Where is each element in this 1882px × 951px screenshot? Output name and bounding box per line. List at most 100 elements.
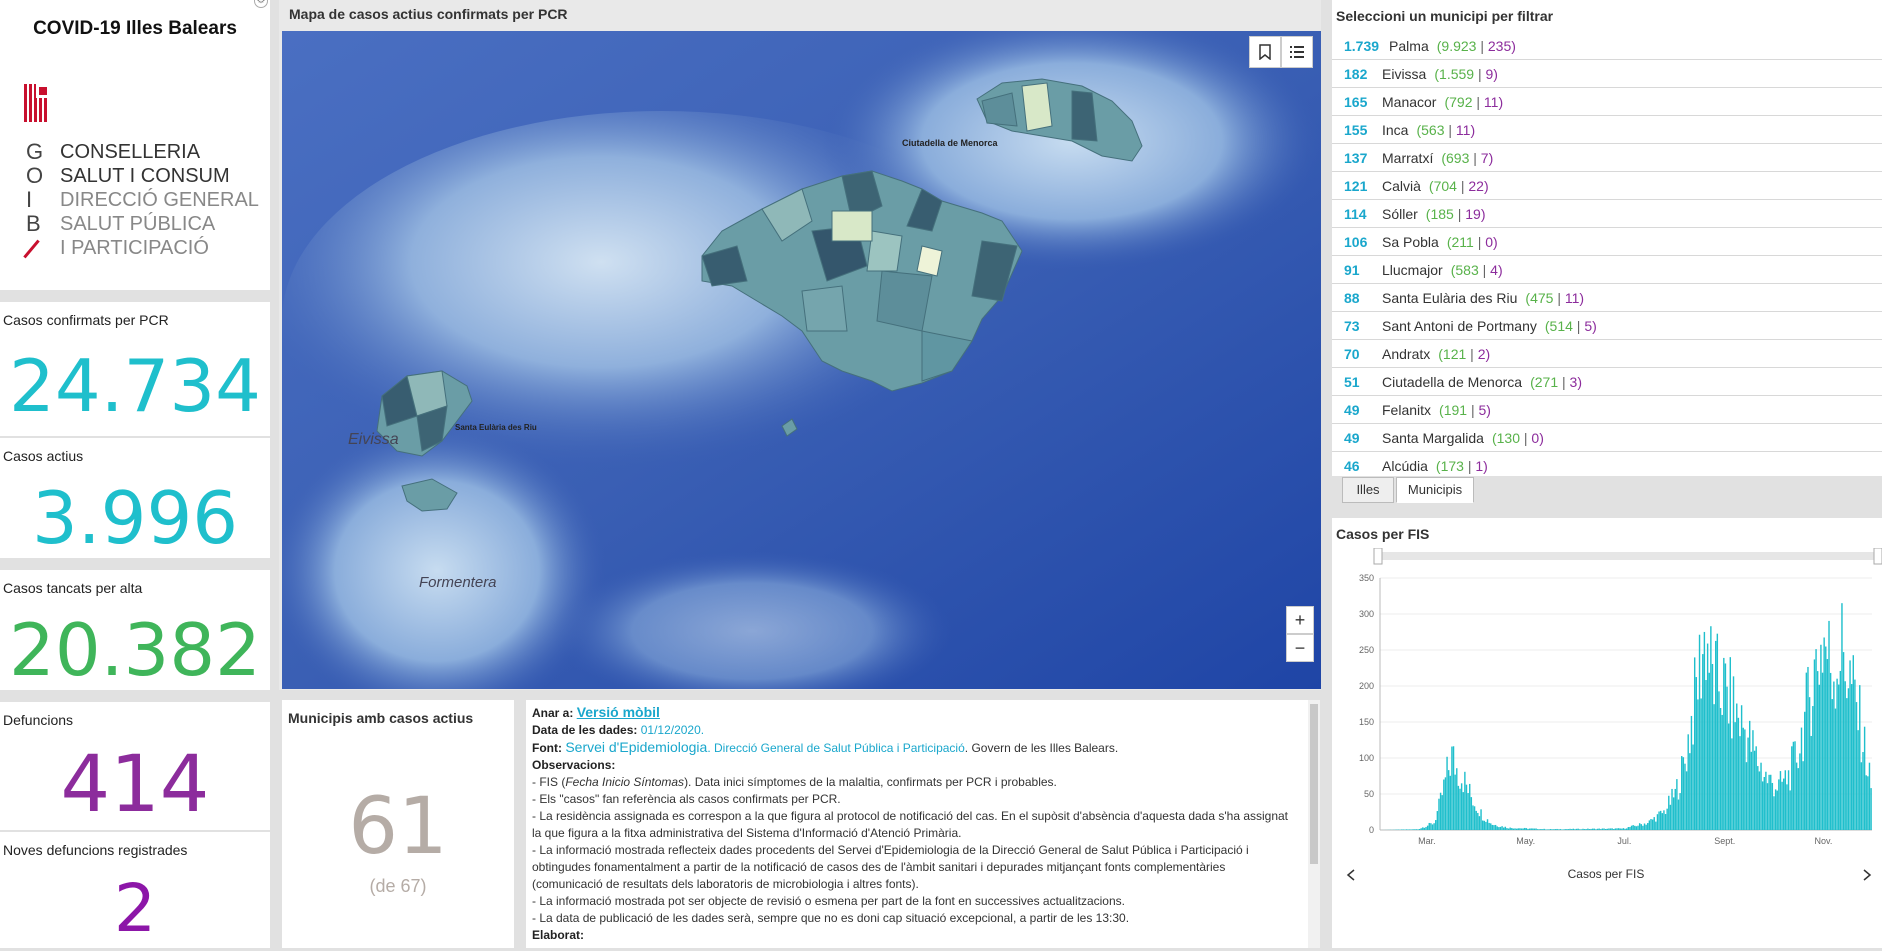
notes-panel: Anar a: Versió mòbil Data de les dades: … bbox=[526, 700, 1320, 948]
tab-municipis[interactable]: Municipis bbox=[1396, 477, 1474, 503]
active-cases: 70 bbox=[1344, 346, 1360, 362]
chart-bar bbox=[1849, 660, 1851, 830]
note-line: (comunicació de resultats dels laborator… bbox=[532, 877, 919, 891]
chart-bar bbox=[1638, 823, 1641, 830]
logo-slash bbox=[23, 239, 40, 259]
chart-bar bbox=[1799, 753, 1801, 830]
settings-icon[interactable]: ⚙ bbox=[254, 0, 268, 8]
logo-text: CONSELLERIA SALUT I CONSUM DIRECCIÓ GENE… bbox=[60, 141, 259, 259]
chart-bar bbox=[1634, 825, 1636, 830]
tab-illes[interactable]: Illes bbox=[1342, 477, 1394, 503]
chart-bar bbox=[1491, 824, 1494, 830]
municipality-row[interactable]: 73 Sant Antoni de Portmany (514 | 5) bbox=[1332, 312, 1882, 340]
chart-bar bbox=[1854, 679, 1856, 830]
municipality-row[interactable]: 114 Sóller (185 | 19) bbox=[1332, 200, 1882, 228]
municipality-row[interactable]: 137 Marratxí (693 | 7) bbox=[1332, 144, 1882, 172]
notes-scrollbar[interactable] bbox=[1308, 700, 1320, 948]
chart-bar bbox=[1559, 829, 1562, 830]
chart-bar bbox=[1826, 659, 1829, 830]
chart-bar bbox=[1855, 702, 1858, 830]
chart-bar bbox=[1431, 824, 1434, 830]
municipality-name: Sóller bbox=[1382, 206, 1418, 222]
zoom-in-button[interactable]: + bbox=[1286, 606, 1314, 634]
confirmed-cases: 9.923 bbox=[1441, 38, 1477, 54]
municipalities-title: Municipis amb casos actius bbox=[288, 710, 474, 726]
bookmark-icon bbox=[1259, 44, 1271, 61]
chart-bar bbox=[1616, 828, 1618, 830]
deaths-count: 11 bbox=[1483, 94, 1499, 110]
chart-bar bbox=[1860, 762, 1863, 830]
chart-bar bbox=[1700, 698, 1702, 830]
chart-bar bbox=[1536, 829, 1539, 830]
chart-bar bbox=[1808, 697, 1811, 830]
active-cases: 91 bbox=[1344, 262, 1360, 278]
scroll-thumb[interactable] bbox=[1310, 704, 1318, 864]
confirmed-cases: 185 bbox=[1430, 206, 1454, 222]
municipality-row[interactable]: 49 Santa Margalida (130 | 0) bbox=[1332, 424, 1882, 452]
chart-bar bbox=[1454, 774, 1456, 830]
deaths-count: 7 bbox=[1480, 150, 1489, 166]
municipality-row[interactable]: 182 Eivissa (1.559 | 9) bbox=[1332, 60, 1882, 88]
chart-bar bbox=[1441, 795, 1443, 830]
chart-bar bbox=[1838, 684, 1840, 830]
chart-bar bbox=[1791, 746, 1793, 830]
municipality-name: Santa Eulària des Riu bbox=[1382, 290, 1518, 306]
municipality-row[interactable]: 1.739 Palma (9.923 | 235) bbox=[1332, 32, 1882, 60]
municipality-row[interactable]: 88 Santa Eulària des Riu (475 | 11) bbox=[1332, 284, 1882, 312]
chart-bar bbox=[1585, 829, 1587, 830]
active-cases: 73 bbox=[1344, 318, 1360, 334]
municipalities-total: (de 67) bbox=[369, 876, 427, 896]
kpi-deaths: Defuncions 414 bbox=[0, 702, 270, 830]
municipality-row[interactable]: 106 Sa Pobla (211 | 0) bbox=[1332, 228, 1882, 256]
chart-bar bbox=[1674, 788, 1676, 830]
mobile-version-link[interactable]: Versió mòbil bbox=[577, 704, 660, 720]
municipality-name: Alcúdia bbox=[1382, 458, 1428, 474]
municipality-row[interactable]: 49 Felanitx (191 | 5) bbox=[1332, 396, 1882, 424]
municipality-row[interactable]: 121 Calvià (704 | 22) bbox=[1332, 172, 1882, 200]
legend-button[interactable] bbox=[1281, 36, 1313, 68]
chart-bar bbox=[1697, 699, 1699, 830]
chevron-left-icon[interactable] bbox=[1346, 869, 1355, 881]
chart-bar bbox=[1569, 828, 1571, 830]
chart-bar bbox=[1752, 730, 1754, 830]
chart-bar bbox=[1850, 684, 1853, 830]
chart-bar bbox=[1821, 672, 1824, 830]
chart-bar bbox=[1833, 681, 1835, 830]
chart-bar bbox=[1402, 829, 1405, 830]
bookmark-button[interactable] bbox=[1249, 36, 1281, 68]
chart-bar bbox=[1642, 825, 1644, 830]
chart-bar bbox=[1862, 752, 1864, 830]
chart-bar bbox=[1583, 829, 1586, 830]
x-tick-label: May. bbox=[1516, 836, 1535, 846]
y-tick-label: 0 bbox=[1369, 825, 1374, 835]
chart-bar bbox=[1541, 829, 1544, 830]
chart-bar bbox=[1632, 825, 1634, 830]
municipality-row[interactable]: 165 Manacor (792 | 11) bbox=[1332, 88, 1882, 116]
chart-bar bbox=[1473, 806, 1476, 830]
map-canvas[interactable]: Ciutadella de Menorca Santa Eulària des … bbox=[282, 31, 1321, 689]
zoom-out-button[interactable]: − bbox=[1286, 634, 1314, 662]
source-service-link[interactable]: Servei d'Epidemiologia bbox=[565, 739, 707, 755]
chart-bar bbox=[1556, 828, 1558, 830]
municipality-name: Sa Pobla bbox=[1382, 234, 1439, 250]
kpi-value: 414 bbox=[60, 740, 210, 830]
municipality-row[interactable]: 51 Ciutadella de Menorca (271 | 3) bbox=[1332, 368, 1882, 396]
municipality-row[interactable]: 91 Llucmajor (583 | 4) bbox=[1332, 256, 1882, 284]
municipality-row[interactable]: 70 Andratx (121 | 2) bbox=[1332, 340, 1882, 368]
chart-bar bbox=[1706, 643, 1709, 830]
chart-bar bbox=[1507, 828, 1510, 830]
chart-bar bbox=[1653, 817, 1655, 830]
municipality-row[interactable]: 155 Inca (563 | 11) bbox=[1332, 116, 1882, 144]
chevron-right-icon[interactable] bbox=[1863, 869, 1872, 881]
confirmed-cases: 792 bbox=[1449, 94, 1473, 110]
municipality-row[interactable]: 46 Alcúdia (173 | 1) bbox=[1332, 452, 1882, 476]
chart-bar bbox=[1787, 770, 1790, 830]
chart-bar bbox=[1423, 827, 1426, 830]
chart-bar bbox=[1428, 822, 1430, 830]
chart-bar bbox=[1846, 698, 1848, 830]
x-tick-label: Jul. bbox=[1617, 836, 1631, 846]
chart-bar bbox=[1805, 672, 1808, 830]
map-panel: Mapa de casos actius confirmats per PCR bbox=[279, 0, 1321, 690]
chart-bar bbox=[1744, 729, 1746, 830]
municipality-name: Santa Margalida bbox=[1382, 430, 1484, 446]
